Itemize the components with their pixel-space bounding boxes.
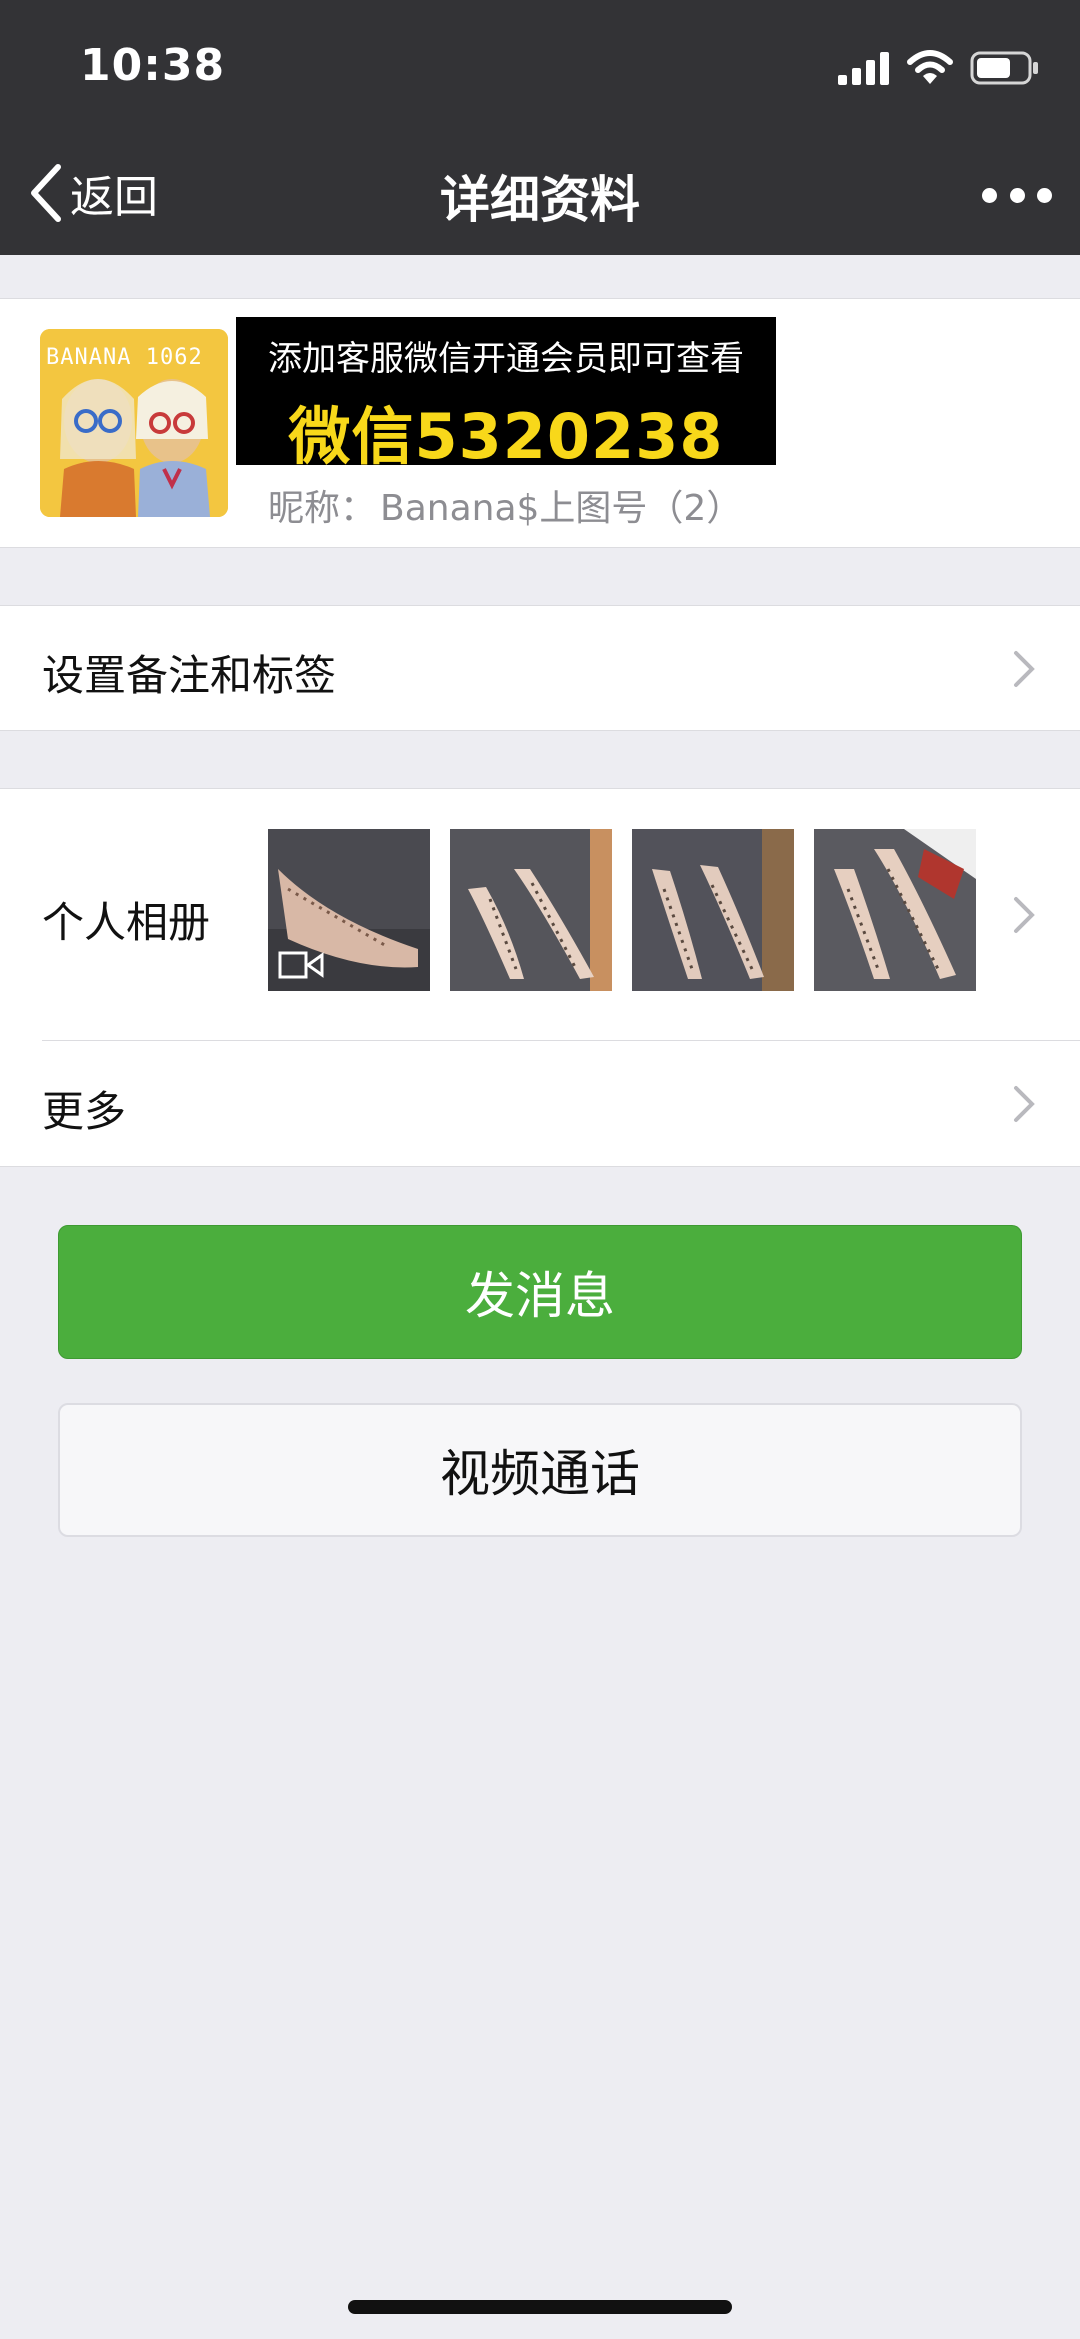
nickname-value: Banana$上图号（2） xyxy=(380,488,743,529)
status-bar: 10:38 xyxy=(0,0,1080,130)
more-dots-icon[interactable] xyxy=(982,170,1052,220)
chevron-right-icon xyxy=(1014,651,1035,687)
chevron-right-icon xyxy=(1014,1086,1035,1122)
album-more-group: 个人相册 更多 xyxy=(0,788,1080,1167)
more-label: 更多 xyxy=(42,1087,127,1136)
avatar-text: BANANA 1062 xyxy=(46,345,203,370)
profile-detail-screen: 10:38 返回 详细资料 BANANA 1062 添加客服微信开通会员即可查看… xyxy=(0,0,1080,2339)
navigation-bar: 返回 详细资料 xyxy=(0,130,1080,255)
promo-line1: 添加客服微信开通会员即可查看 xyxy=(268,339,744,379)
album-thumb-3[interactable] xyxy=(632,829,794,991)
battery-icon xyxy=(970,51,1038,85)
row-more[interactable]: 更多 xyxy=(0,1040,1080,1167)
nickname-row: 昵称： Banana$上图号（2） xyxy=(268,479,742,531)
send-message-button[interactable]: 发消息 xyxy=(58,1225,1022,1359)
avatar[interactable]: BANANA 1062 xyxy=(40,329,228,517)
album-thumb-2[interactable] xyxy=(450,829,612,991)
promo-line2: 微信5320238 xyxy=(288,400,724,473)
shoe-photo-thumbnail xyxy=(814,829,976,991)
album-label: 个人相册 xyxy=(42,898,211,947)
nickname-label: 昵称： xyxy=(268,488,377,529)
chevron-right-icon xyxy=(1014,897,1035,933)
dot xyxy=(1037,187,1052,203)
status-icons xyxy=(838,48,1040,88)
shoe-photo-thumbnail xyxy=(450,829,612,991)
dot xyxy=(1009,187,1025,203)
album-thumb-4[interactable] xyxy=(814,829,976,991)
signal-icon xyxy=(838,52,889,85)
page-title: 详细资料 xyxy=(440,171,640,229)
album-thumb-1[interactable] xyxy=(268,829,430,991)
row-personal-album[interactable]: 个人相册 xyxy=(0,789,1080,1040)
status-time: 10:38 xyxy=(80,40,226,91)
profile-card: BANANA 1062 添加客服微信开通会员即可查看 微信5320238 昵称：… xyxy=(0,298,1080,548)
remarks-label: 设置备注和标签 xyxy=(42,651,337,700)
remarks-group: 设置备注和标签 xyxy=(0,605,1080,731)
video-call-button[interactable]: 视频通话 xyxy=(58,1403,1022,1537)
dot xyxy=(982,187,997,203)
promo-banner: 添加客服微信开通会员即可查看 微信5320238 xyxy=(236,317,776,473)
home-indicator[interactable] xyxy=(348,2300,732,2314)
shoe-video-thumbnail xyxy=(268,829,430,991)
shoe-photo-thumbnail xyxy=(632,829,794,991)
wifi-icon xyxy=(907,50,953,84)
row-set-remarks[interactable]: 设置备注和标签 xyxy=(0,606,1080,732)
album-thumbnails xyxy=(268,829,976,991)
